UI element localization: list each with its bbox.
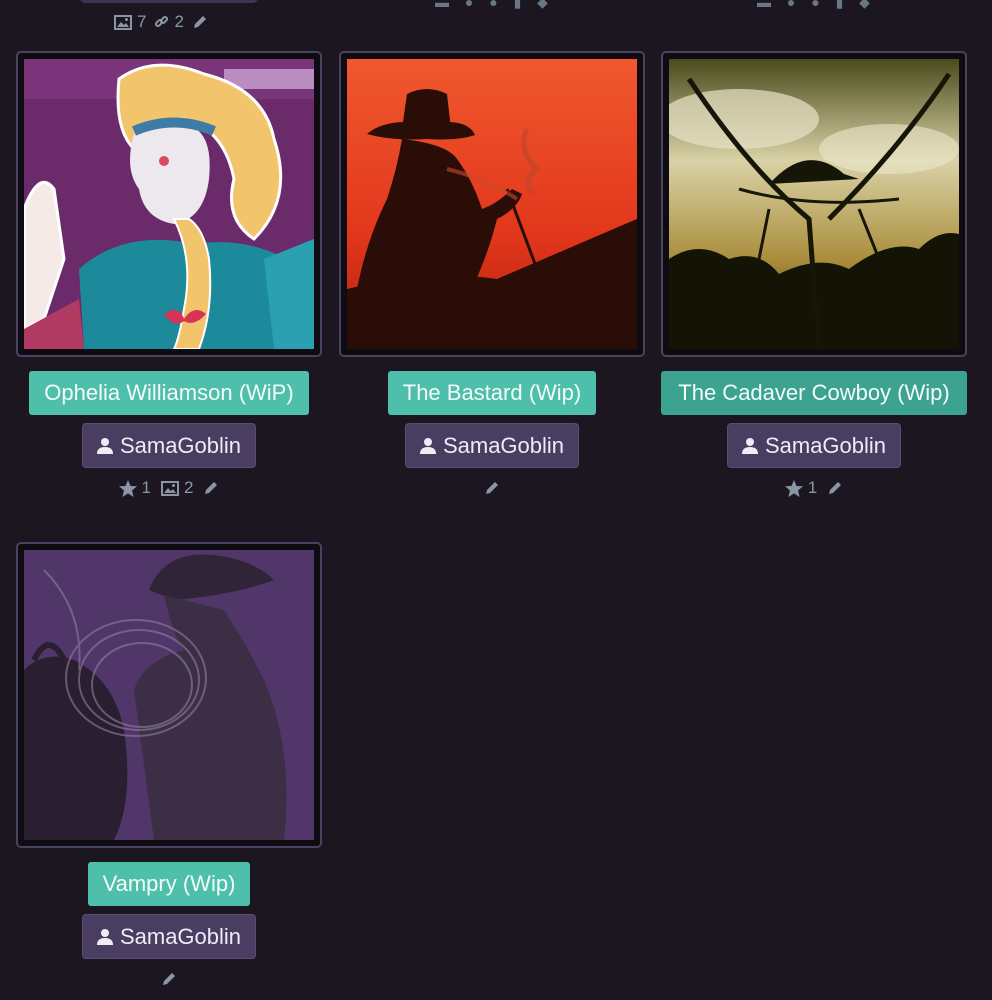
prev-card-stats-faded: ▬ ● ● ▮ ◆ — [435, 0, 554, 10]
prev-link-count: 2 — [174, 12, 184, 31]
character-title-button[interactable]: The Cadaver Cowboy (Wip) — [661, 371, 967, 415]
thumbnail-image — [24, 550, 314, 840]
character-title-button[interactable]: The Bastard (Wip) — [387, 371, 597, 415]
author-button[interactable]: SamaGoblin — [404, 423, 580, 468]
star-count: 1 — [141, 478, 151, 497]
link-icon — [155, 15, 169, 27]
thumbnail-image — [347, 59, 637, 349]
author-button[interactable]: SamaGoblin — [81, 914, 257, 959]
star-count: 1 — [807, 478, 818, 497]
character-card: Ophelia Williamson (WiP) SamaGoblin 1 2 — [16, 51, 322, 498]
pencil-icon[interactable] — [192, 14, 208, 30]
card-thumbnail[interactable] — [16, 51, 322, 357]
thumbnail-image — [669, 59, 959, 349]
character-card: Vampry (Wip) SamaGoblin — [16, 542, 322, 989]
character-title-button[interactable]: Vampry (Wip) — [87, 862, 251, 906]
author-button[interactable]: SamaGoblin — [81, 423, 257, 468]
image-count: 2 — [184, 478, 194, 497]
card-thumbnail[interactable] — [661, 51, 967, 357]
author-name: SamaGoblin — [442, 432, 565, 458]
user-icon — [96, 438, 113, 454]
image-icon — [114, 14, 132, 30]
character-title-button[interactable]: Ophelia Williamson (WiP) — [29, 371, 309, 415]
prev-image-count: 7 — [137, 12, 147, 31]
card-stats: 1 2 — [16, 478, 322, 498]
card-thumbnail[interactable] — [339, 51, 645, 357]
star-icon — [784, 479, 803, 497]
thumbnail-image — [24, 59, 314, 349]
prev-author-button[interactable] — [80, 0, 258, 3]
pencil-icon[interactable] — [203, 480, 219, 496]
author-name: SamaGoblin — [119, 432, 242, 458]
author-name: SamaGoblin — [119, 923, 242, 949]
character-card: The Bastard (Wip) SamaGoblin — [339, 51, 645, 498]
prev-card-stats-faded: ▬ ● ● ▮ ◆ — [757, 0, 876, 10]
pencil-icon[interactable] — [484, 480, 500, 496]
pencil-icon[interactable] — [827, 480, 843, 496]
character-card: The Cadaver Cowboy (Wip) SamaGoblin 1 — [661, 51, 967, 498]
card-stats: 1 — [661, 478, 967, 498]
user-icon — [419, 438, 436, 454]
card-thumbnail[interactable] — [16, 542, 322, 848]
author-button[interactable]: SamaGoblin — [726, 423, 902, 468]
user-icon — [96, 929, 113, 945]
image-icon — [161, 480, 179, 496]
card-stats — [339, 478, 645, 498]
prev-card-stats: 7 2 — [114, 12, 208, 32]
author-name: SamaGoblin — [764, 432, 887, 458]
star-icon — [118, 479, 137, 497]
pencil-icon[interactable] — [161, 971, 177, 987]
user-icon — [741, 438, 758, 454]
card-stats — [16, 969, 322, 989]
